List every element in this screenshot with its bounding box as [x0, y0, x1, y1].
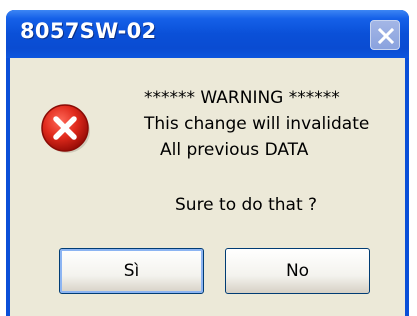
warning-heading: ****** WARNING ******	[144, 88, 340, 108]
window-title: 8057SW-02	[20, 19, 157, 43]
confirmation-question: Sure to do that ?	[175, 195, 318, 215]
dialog-body: ****** WARNING ****** This change will i…	[10, 58, 405, 316]
no-button[interactable]: No	[225, 248, 370, 294]
warning-text-line: All previous DATA	[160, 140, 309, 160]
dialog-window: 8057SW-02 ****** WARNING ****** This cha…	[6, 10, 409, 316]
yes-button[interactable]: Sì	[59, 248, 204, 294]
error-icon	[40, 102, 92, 154]
warning-text-line: This change will invalidate	[144, 114, 370, 134]
close-icon	[377, 27, 395, 45]
title-bar[interactable]: 8057SW-02	[6, 10, 409, 58]
close-button[interactable]	[370, 20, 400, 50]
